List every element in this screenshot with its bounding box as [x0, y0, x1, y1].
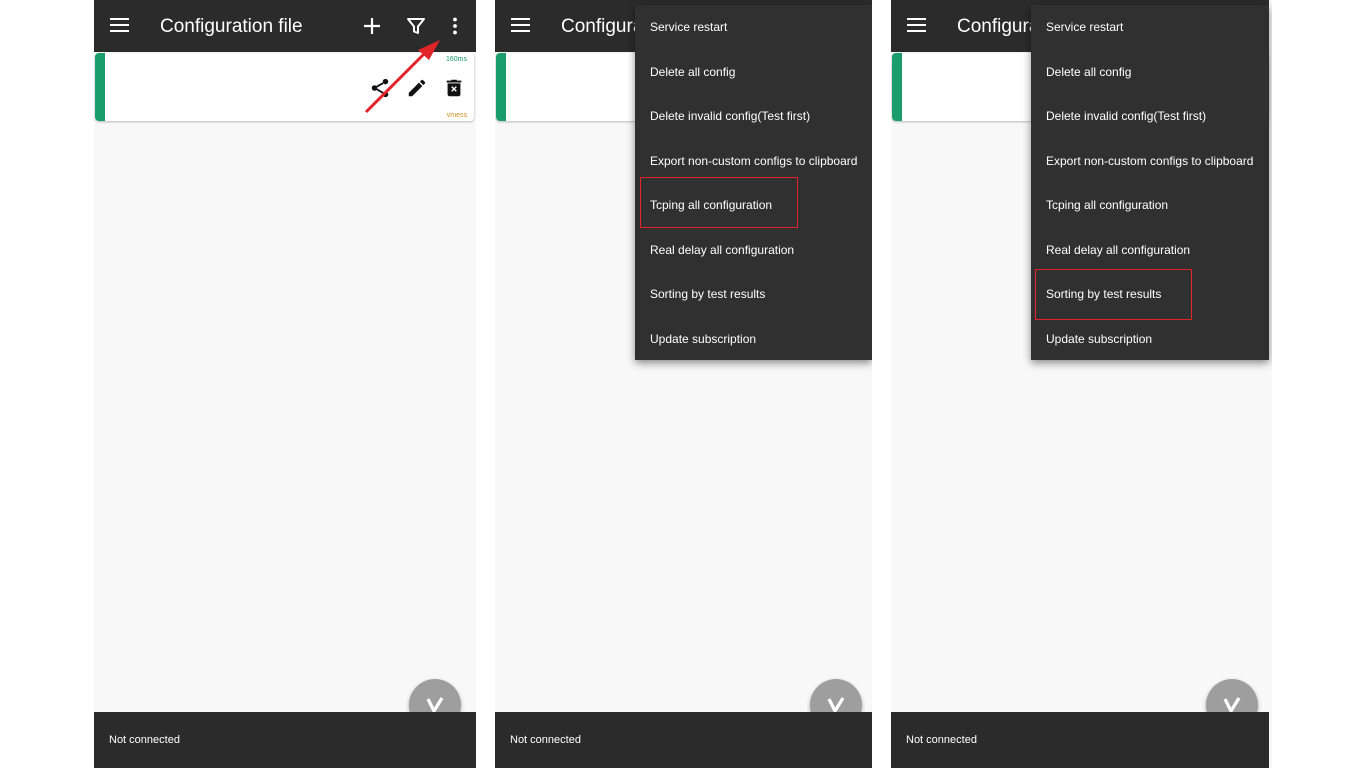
connection-status: Not connected [906, 734, 977, 746]
status-bar: Not connected [495, 712, 872, 768]
overflow-menu: Service restart Delete all config Delete… [1031, 5, 1269, 360]
screen-2: Configura Service restart Delete all con… [495, 0, 872, 768]
page-title: Configuration file [160, 16, 303, 37]
connection-status: Not connected [510, 734, 581, 746]
plus-icon[interactable] [360, 14, 384, 38]
latency-label: 160ms [445, 56, 467, 63]
menu-item-delete-invalid-config[interactable]: Delete invalid config(Test first) [1046, 109, 1206, 123]
menu-item-real-delay-all[interactable]: Real delay all configuration [1046, 243, 1190, 257]
menu-item-service-restart[interactable]: Service restart [650, 20, 727, 34]
highlight-box [1035, 269, 1192, 320]
hamburger-menu-icon[interactable] [511, 16, 531, 34]
hamburger-menu-icon[interactable] [907, 16, 927, 34]
menu-item-update-subscription[interactable]: Update subscription [1046, 332, 1152, 346]
screen-1: Configuration file 160ms vmess Not conne… [94, 0, 476, 768]
selected-indicator [496, 53, 506, 121]
connection-status: Not connected [109, 734, 180, 746]
arrow-annotation [364, 40, 440, 114]
selected-indicator [95, 53, 105, 121]
filter-icon[interactable] [404, 14, 428, 38]
screen-3: Configura Service restart Delete all con… [891, 0, 1272, 768]
hamburger-menu-icon[interactable] [110, 16, 130, 34]
highlight-box [640, 177, 798, 228]
page-title: Configura [561, 16, 644, 37]
status-bar: Not connected [891, 712, 1269, 768]
more-vert-icon[interactable] [443, 14, 467, 38]
card-content-fragment [605, 72, 629, 92]
menu-item-delete-invalid-config[interactable]: Delete invalid config(Test first) [650, 109, 810, 123]
menu-item-service-restart[interactable]: Service restart [1046, 20, 1123, 34]
page-title: Configura [957, 16, 1040, 37]
menu-item-sort-by-results[interactable]: Sorting by test results [650, 287, 765, 301]
status-bar: Not connected [94, 712, 476, 768]
protocol-type-label: vmess [446, 112, 467, 119]
menu-item-tcping-all[interactable]: Tcping all configuration [1046, 198, 1168, 212]
menu-item-export-configs[interactable]: Export non-custom configs to clipboard [1046, 154, 1253, 168]
menu-item-export-configs[interactable]: Export non-custom configs to clipboard [650, 154, 857, 168]
menu-item-delete-all-config[interactable]: Delete all config [1046, 65, 1131, 79]
delete-trash-icon[interactable] [443, 77, 465, 99]
menu-item-delete-all-config[interactable]: Delete all config [650, 65, 735, 79]
menu-item-update-subscription[interactable]: Update subscription [650, 332, 756, 346]
menu-item-real-delay-all[interactable]: Real delay all configuration [650, 243, 794, 257]
overflow-menu: Service restart Delete all config Delete… [635, 5, 872, 360]
selected-indicator [892, 53, 902, 121]
